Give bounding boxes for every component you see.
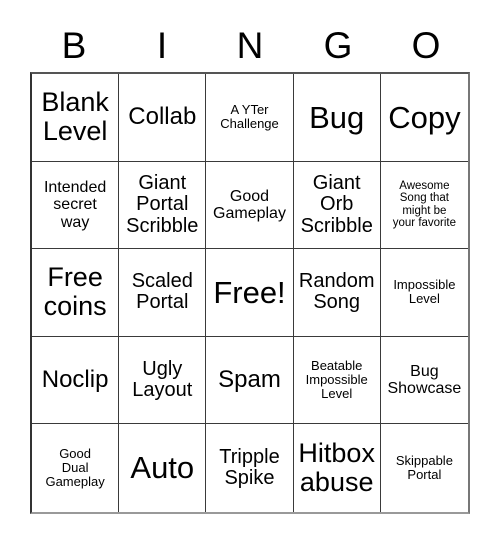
bingo-cell-label: Impossible Level [393, 277, 456, 307]
bingo-cell-label: Spam [218, 366, 281, 394]
bingo-cell[interactable]: Bug [293, 74, 381, 162]
bingo-cell[interactable]: Spam [206, 336, 294, 425]
bingo-cell-label: Bug [309, 99, 365, 135]
bingo-cell-label: Giant Portal Scribble [126, 171, 199, 237]
bingo-cell-label: Free! [213, 274, 286, 310]
bingo-cell-label: Intended secret way [43, 178, 107, 231]
bingo-cell-label: Collab [128, 103, 197, 131]
bingo-cell[interactable]: Bug Showcase [380, 336, 468, 425]
bingo-header: B I N G O [30, 20, 470, 70]
bingo-cell-label: Free coins [43, 262, 107, 322]
bingo-cell[interactable]: Random Song [293, 249, 381, 337]
bingo-cell-label: Ugly Layout [132, 357, 193, 402]
bingo-cell[interactable]: Intended secret way [32, 161, 120, 250]
bingo-header-letter-b: B [61, 24, 87, 66]
bingo-cell[interactable]: Free coins [32, 249, 120, 337]
bingo-cell-label: Copy [388, 99, 461, 135]
bingo-header-letter-i: I [156, 24, 168, 66]
bingo-grid: Blank Level Collab A YTer Challenge Bug … [30, 72, 470, 514]
bingo-header-letter-n: N [236, 24, 264, 66]
bingo-header-letter-g: G [323, 24, 353, 66]
bingo-cell[interactable]: Tripple Spike [206, 424, 294, 512]
bingo-cell-label: Bug Showcase [387, 362, 462, 398]
bingo-cell-label: Beatable Impossible Level [305, 358, 368, 402]
bingo-cell[interactable]: Copy [380, 74, 468, 162]
bingo-cell[interactable]: Awesome Song that might be your favorite [380, 161, 468, 250]
bingo-cell-label: Skippable Portal [395, 453, 453, 483]
bingo-cell-label: Good Dual Gameplay [45, 446, 105, 490]
bingo-cell-label: Good Gameplay [213, 187, 286, 222]
bingo-cell[interactable]: Scaled Portal [119, 249, 207, 337]
bingo-cell[interactable]: Good Gameplay [206, 161, 294, 250]
bingo-cell[interactable]: Impossible Level [380, 249, 468, 337]
bingo-cell[interactable]: Blank Level [32, 74, 120, 162]
bingo-cell-label: Noclip [41, 366, 109, 394]
bingo-cell[interactable]: Ugly Layout [119, 336, 207, 425]
bingo-cell-label: Random Song [298, 269, 375, 314]
bingo-cell-label: Scaled Portal [131, 269, 193, 314]
bingo-cell-label: Auto [130, 450, 195, 486]
bingo-cell[interactable]: A YTer Challenge [206, 74, 294, 162]
bingo-cell-label: Tripple Spike [219, 445, 280, 490]
bingo-cell[interactable]: Noclip [32, 336, 120, 425]
bingo-cell-label: A YTer Challenge [220, 102, 279, 132]
bingo-card: B I N G O Blank Level Collab A YTer Chal… [0, 0, 500, 544]
bingo-cell-label: Giant Orb Scribble [300, 171, 373, 237]
bingo-cell[interactable]: Hitbox abuse [293, 424, 381, 512]
bingo-cell[interactable]: Collab [119, 74, 207, 162]
bingo-header-letter-o: O [411, 24, 441, 66]
bingo-cell[interactable]: Beatable Impossible Level [293, 336, 381, 425]
bingo-cell-label: Hitbox abuse [298, 438, 375, 498]
bingo-cell[interactable]: Auto [119, 424, 207, 512]
bingo-cell-label: Awesome Song that might be your favorite [392, 180, 457, 230]
bingo-cell[interactable]: Skippable Portal [380, 424, 468, 512]
bingo-cell[interactable]: Giant Orb Scribble [293, 161, 381, 250]
bingo-cell[interactable]: Giant Portal Scribble [119, 161, 207, 250]
bingo-cell[interactable]: Good Dual Gameplay [32, 424, 120, 512]
bingo-cell-label: Blank Level [41, 87, 109, 147]
bingo-cell-free-space[interactable]: Free! [206, 249, 294, 337]
